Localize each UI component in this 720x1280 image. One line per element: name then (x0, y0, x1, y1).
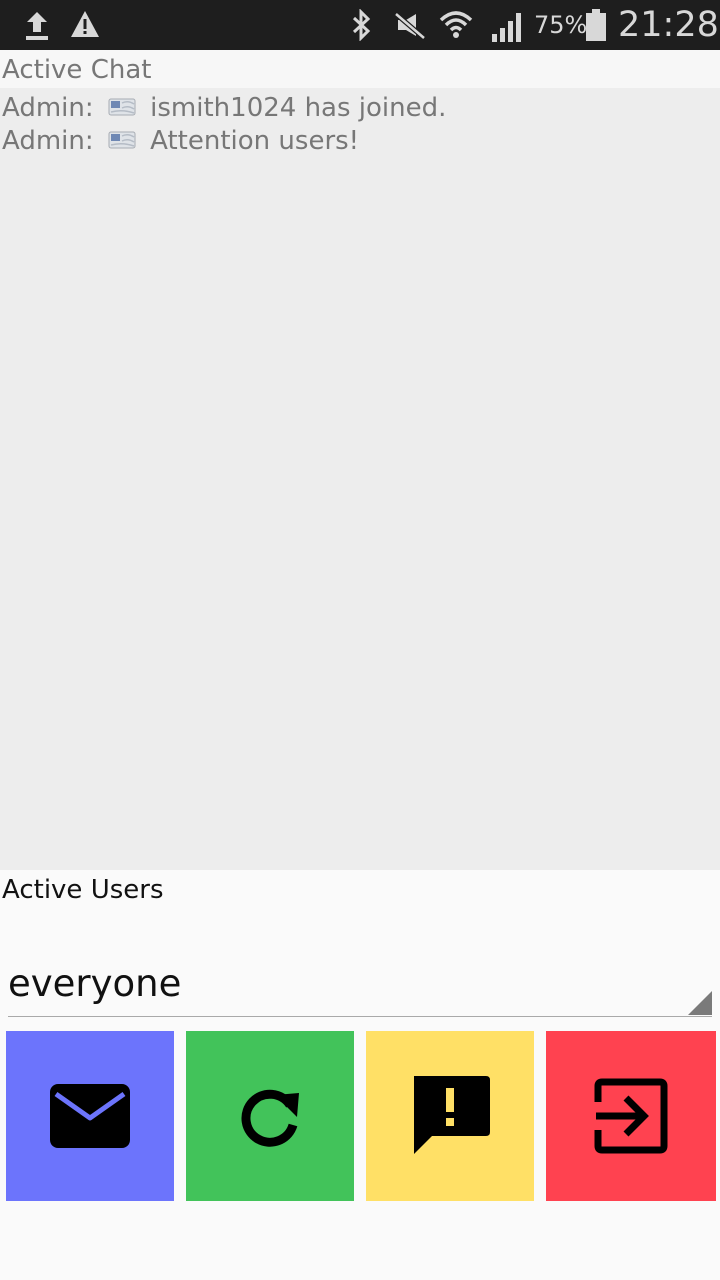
dropdown-caret-icon (688, 991, 712, 1015)
recipient-dropdown[interactable]: everyone (8, 955, 712, 1017)
signal-icon (492, 13, 521, 42)
mute-icon (394, 12, 426, 40)
wifi-icon (439, 11, 473, 38)
send-message-button[interactable] (6, 1031, 174, 1201)
warning-icon (71, 11, 99, 37)
recipient-selected-value: everyone (8, 962, 182, 1005)
chat-message: Admin: ismith1024 has joined. (0, 92, 720, 125)
refresh-button[interactable] (186, 1031, 354, 1201)
chat-message: Admin: Attention users! (0, 125, 720, 158)
message-sender: Admin: (2, 126, 94, 156)
page-title: Active Chat (0, 50, 720, 88)
bluetooth-icon (352, 9, 371, 41)
clock: 21:28 (618, 5, 719, 45)
battery-percent: 75% (534, 11, 588, 39)
message-sender: Admin: (2, 93, 94, 123)
message-text: ismith1024 has joined. (150, 93, 447, 123)
chat-log[interactable]: Admin: ismith1024 has joined. Admin: Att… (0, 88, 720, 870)
flag-icon (108, 98, 136, 115)
battery-icon (586, 9, 606, 41)
exit-icon (594, 1078, 668, 1154)
active-users-label: Active Users (2, 875, 164, 905)
flag-icon (108, 131, 136, 148)
message-text: Attention users! (150, 126, 360, 156)
alert-button[interactable] (366, 1031, 534, 1201)
mail-icon (50, 1084, 130, 1148)
upload-icon (26, 12, 48, 40)
exit-button[interactable] (546, 1031, 716, 1201)
alert-message-icon (414, 1076, 490, 1154)
refresh-icon (241, 1089, 299, 1147)
status-bar: 75% 21:28 (0, 0, 720, 50)
